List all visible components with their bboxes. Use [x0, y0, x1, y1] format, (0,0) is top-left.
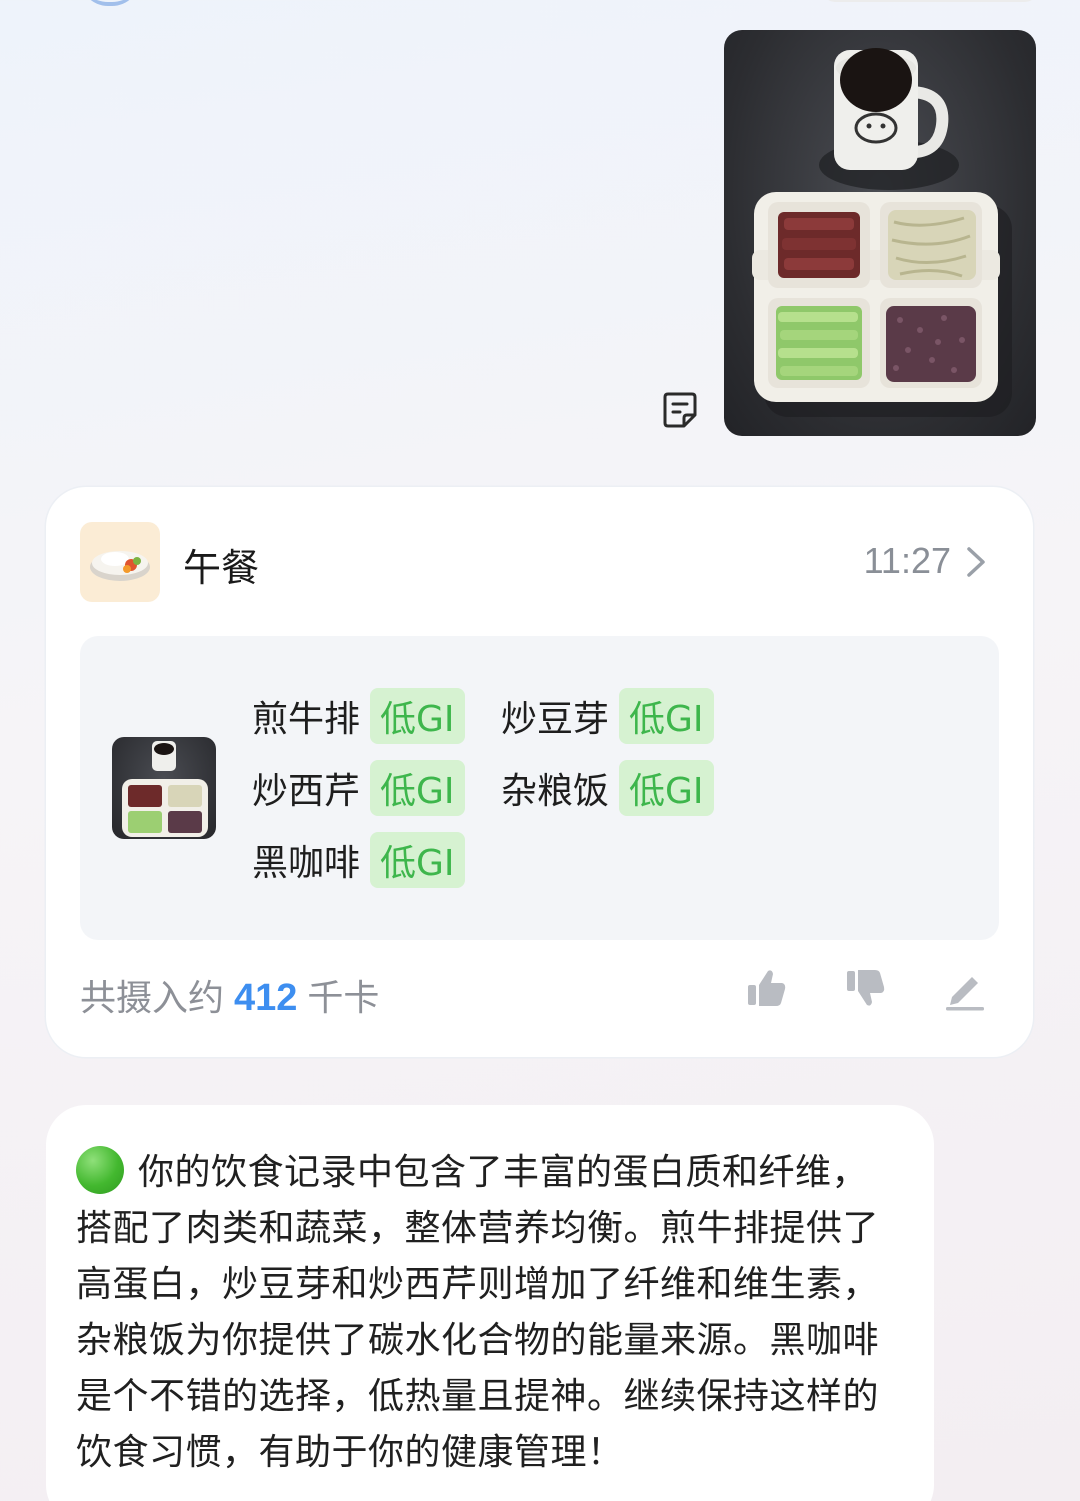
assistant-reply-bubble: 你的饮食记录中包含了丰富的蛋白质和纤维，搭配了肉类和蔬菜，整体营养均衡。煎牛排提… [46, 1105, 934, 1501]
top-message-fragment [820, 0, 1040, 2]
food-list-panel: 煎牛排 低GI 炒豆芽 低GI 炒西芹 低GI 杂粮饭 低GI 黑咖啡 低GI [80, 636, 999, 940]
gi-tag: 低GI [370, 688, 465, 744]
thumbs-down-icon[interactable] [843, 965, 889, 1011]
rice-bowl-icon [80, 522, 160, 602]
gi-tag: 低GI [370, 760, 465, 816]
meal-time: 11:27 [863, 540, 951, 581]
food-name: 黑咖啡 [252, 843, 361, 884]
meal-photo-thumbnail[interactable] [112, 737, 216, 839]
meal-photo-image [752, 48, 1012, 417]
food-item: 黑咖啡 低GI [252, 832, 465, 888]
green-circle-icon [76, 1146, 124, 1194]
calorie-value: 412 [234, 977, 298, 1019]
reply-text: 你的饮食记录中包含了丰富的蛋白质和纤维，搭配了肉类和蔬菜，整体营养均衡。煎牛排提… [76, 1152, 880, 1473]
gi-tag: 低GI [370, 832, 465, 888]
food-item: 杂粮饭 低GI [501, 760, 714, 816]
meal-title: 午餐 [183, 546, 260, 590]
pencil-icon[interactable] [942, 965, 988, 1011]
gi-tag: 低GI [619, 760, 714, 816]
food-item: 煎牛排 低GI [252, 688, 465, 744]
food-name: 煎牛排 [252, 699, 361, 740]
thumbs-up-icon[interactable] [744, 965, 790, 1011]
assistant-reply: 你的饮食记录中包含了丰富的蛋白质和纤维，搭配了肉类和蔬菜，整体营养均衡。煎牛排提… [76, 1145, 904, 1481]
chevron-right-icon[interactable] [963, 545, 989, 579]
food-name: 炒豆芽 [501, 699, 610, 740]
food-item: 炒西芹 低GI [252, 760, 465, 816]
intake-unit: 千卡 [307, 978, 380, 1019]
food-item: 炒豆芽 低GI [501, 688, 714, 744]
meal-record-card[interactable]: 午餐 11:27 煎牛排 低GI 炒豆芽 低GI 炒西芹 低GI 杂粮饭 低GI… [46, 487, 1033, 1057]
calorie-summary: 共摄入约 412 千卡 [80, 969, 379, 1021]
intake-prefix: 共摄入约 [80, 978, 225, 1019]
meal-photo-message[interactable] [724, 30, 1036, 436]
note-icon[interactable] [658, 386, 702, 434]
gi-tag: 低GI [619, 688, 714, 744]
top-avatar-fragment [80, 0, 140, 6]
food-name: 炒西芹 [252, 771, 361, 812]
food-name: 杂粮饭 [501, 771, 610, 812]
